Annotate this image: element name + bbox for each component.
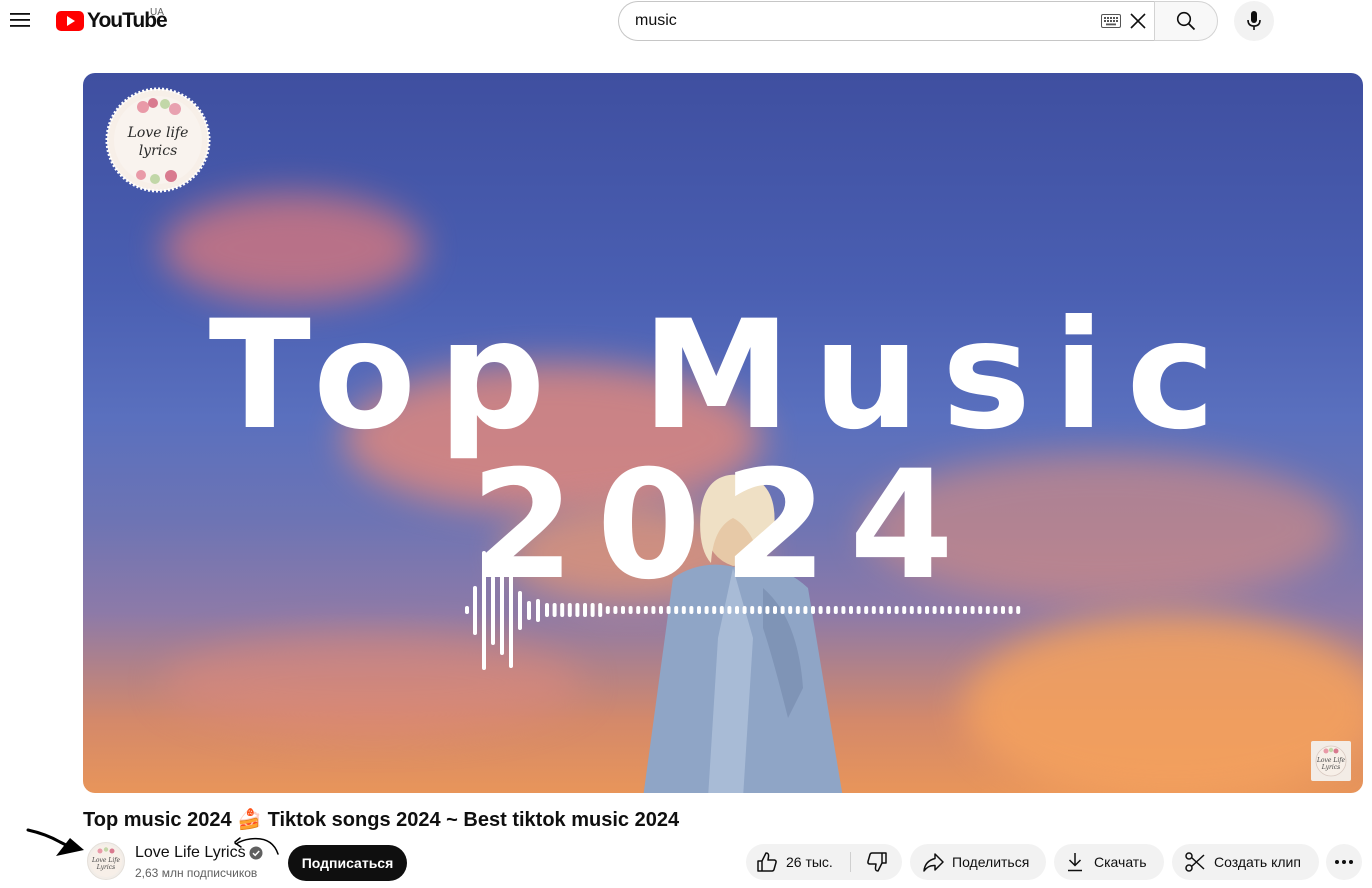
download-label: Скачать xyxy=(1094,854,1147,870)
microphone-icon xyxy=(1247,11,1261,30)
svg-text:lyrics: lyrics xyxy=(139,143,178,159)
channel-watermark[interactable]: Love Life Lyrics xyxy=(1311,741,1351,781)
keyboard-icon[interactable] xyxy=(1101,14,1121,28)
scissors-icon xyxy=(1185,852,1205,872)
clear-search-button[interactable] xyxy=(1125,8,1151,34)
search-input[interactable] xyxy=(635,2,1065,40)
svg-text:Lyrics: Lyrics xyxy=(1321,764,1341,771)
share-icon xyxy=(923,853,944,872)
like-button[interactable]: 26 тыс. xyxy=(746,844,850,880)
guide-menu-button[interactable] xyxy=(6,6,34,34)
thumbs-down-icon xyxy=(866,852,887,872)
watermark-logo-icon: Love LifeLyrics xyxy=(1315,745,1347,777)
create-clip-label: Создать клип xyxy=(1214,854,1301,870)
share-button[interactable]: Поделиться xyxy=(910,844,1046,880)
video-player[interactable]: Top Music 2024 Love life lyrics Love Lif… xyxy=(83,73,1363,793)
download-button[interactable]: Скачать xyxy=(1054,844,1164,880)
create-clip-button[interactable]: Создать клип xyxy=(1172,844,1319,880)
more-actions-button[interactable] xyxy=(1326,844,1362,880)
country-code: UA xyxy=(150,7,164,18)
video-title: Top music 2024 🍰 Tiktok songs 2024 ~ Bes… xyxy=(83,809,680,831)
svg-text:Love Life: Love Life xyxy=(1316,757,1346,764)
thumbs-up-icon xyxy=(757,852,777,872)
download-icon xyxy=(1068,853,1082,872)
channel-logo-badge: Love life lyrics xyxy=(105,87,211,193)
close-icon xyxy=(1130,13,1146,29)
more-horizontal-icon xyxy=(1335,860,1353,864)
svg-text:Love Life: Love Life xyxy=(91,857,121,864)
youtube-play-icon xyxy=(56,11,84,31)
dislike-button[interactable] xyxy=(851,844,902,880)
search-button[interactable] xyxy=(1154,1,1218,41)
hamburger-menu-icon xyxy=(10,13,30,27)
voice-search-button[interactable] xyxy=(1234,1,1274,41)
subscribe-button[interactable]: Подписаться xyxy=(288,845,407,881)
subscriber-count: 2,63 млн подписчиков xyxy=(135,866,258,880)
audio-waveform xyxy=(465,551,1021,670)
svg-text:Love life: Love life xyxy=(127,125,189,141)
search-box[interactable] xyxy=(618,1,1155,41)
sky-cloud xyxy=(163,193,423,303)
share-label: Поделиться xyxy=(952,854,1030,870)
hand-drawn-arrow-annotation xyxy=(26,828,84,856)
channel-name-link[interactable]: Love Life Lyrics xyxy=(135,844,246,862)
masthead: YouTube UA xyxy=(0,0,1372,56)
waveform-dots xyxy=(545,603,1021,617)
channel-avatar-logo-icon: Love LifeLyrics xyxy=(90,845,122,877)
search-icon xyxy=(1176,11,1196,31)
verified-badge-icon xyxy=(249,846,263,860)
like-count: 26 тыс. xyxy=(786,854,833,870)
channel-avatar[interactable]: Love Life Lyrics xyxy=(87,842,125,880)
svg-text:Lyrics: Lyrics xyxy=(96,864,116,871)
like-dislike-group: 26 тыс. xyxy=(746,844,902,880)
